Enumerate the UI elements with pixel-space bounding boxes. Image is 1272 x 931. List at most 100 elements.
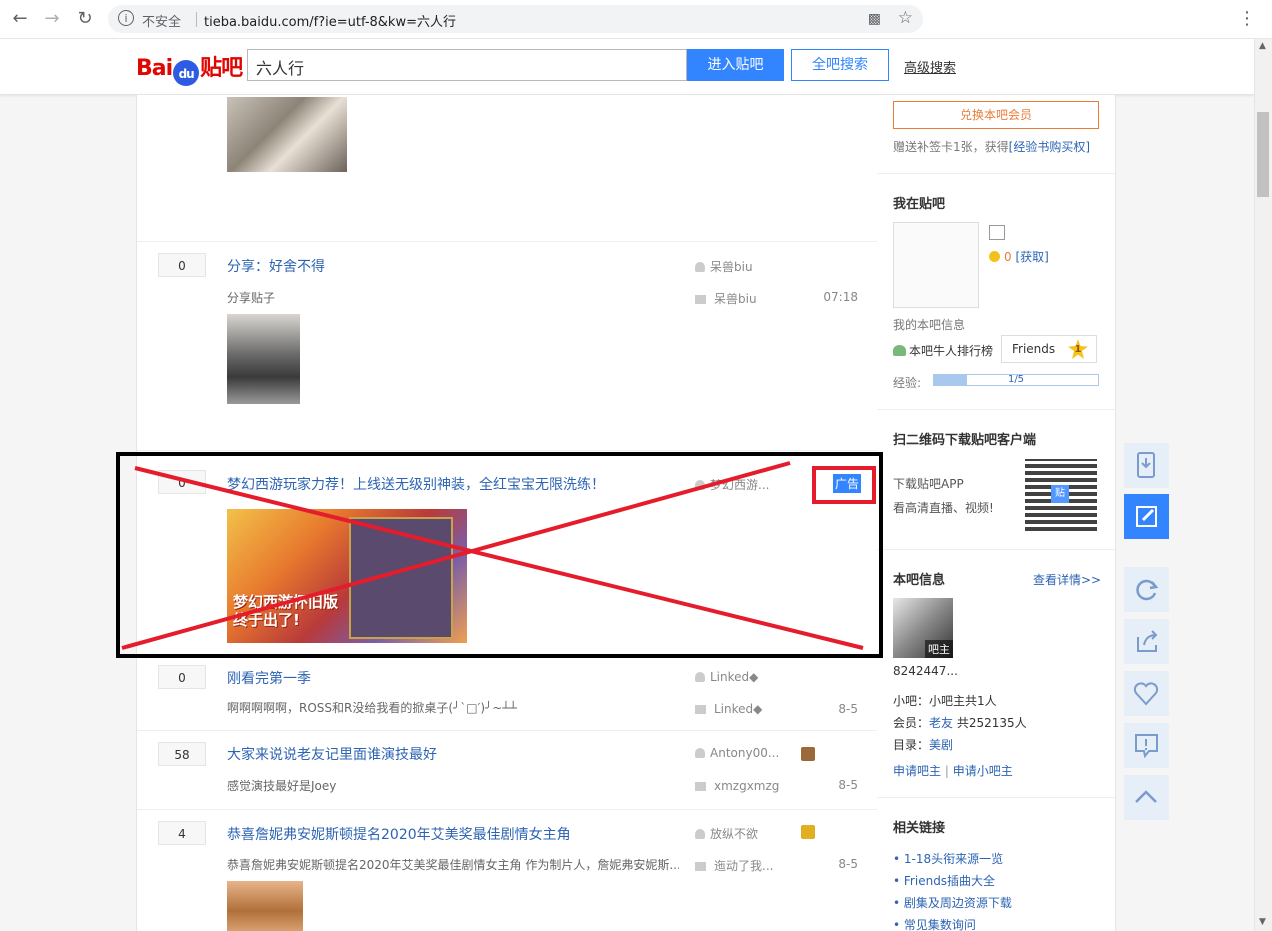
advanced-search-link[interactable]: 高级搜索 <box>904 57 956 76</box>
get-coins-link[interactable]: [获取] <box>1015 250 1048 264</box>
back-arrow-icon[interactable]: ← <box>8 7 32 31</box>
related-link[interactable]: • Friends插曲大全 <box>893 872 995 889</box>
back-to-top-button[interactable] <box>1124 775 1169 820</box>
page-scrollbar[interactable]: ▲ ▼ <box>1254 39 1272 931</box>
last-replier-name[interactable]: 迤动了我... <box>714 859 773 873</box>
thread-author[interactable]: 放纵不欲 <box>695 825 758 842</box>
member-badge-icon[interactable] <box>801 747 815 761</box>
owner-id[interactable]: 8242447... <box>893 664 958 678</box>
scroll-down-arrow-icon[interactable]: ▼ <box>1259 917 1266 927</box>
thread-brief: 啊啊啊啊啊，ROSS和R没给我看的掀桌子(╯`□′)╯~┴┴ <box>227 701 517 715</box>
buy-member-button[interactable]: 兑换本吧会员 <box>893 101 1099 129</box>
thread-image[interactable] <box>227 314 300 404</box>
author-name[interactable]: 呆兽biu <box>710 260 753 274</box>
apply-small-owner-link[interactable]: 申请小吧主 <box>953 764 1013 778</box>
last-replier[interactable]: 呆兽biu <box>695 290 757 307</box>
app-download-section: 扫二维码下载贴吧客户端 下载贴吧APP 看高清直播、视频! 贴 <box>877 409 1115 550</box>
ad-label-annotation-frame <box>812 466 876 504</box>
friends-cast-photo[interactable] <box>227 97 347 172</box>
info-icon[interactable]: i <box>118 10 134 26</box>
exp-progress-bar: 1/5 <box>933 374 1099 386</box>
related-links-section: 相关链接 • 1-18头衔来源一览 • Friends插曲大全 • 剧集及周边资… <box>877 797 1115 931</box>
all-tieba-search-button[interactable]: 全吧搜索 <box>791 49 889 81</box>
user-icon <box>695 829 705 839</box>
thread-title[interactable]: 恭喜詹妮弗安妮斯顿提名2020年艾美奖最佳剧情女主角 <box>227 824 571 844</box>
user-icon <box>695 748 705 758</box>
security-label[interactable]: 不安全 <box>142 11 181 30</box>
scroll-up-arrow-icon[interactable]: ▲ <box>1259 41 1266 51</box>
gift-icon[interactable] <box>989 225 1005 240</box>
related-link[interactable]: • 剧集及周边资源下载 <box>893 894 1012 911</box>
search-input[interactable]: 六人行 <box>247 49 687 81</box>
last-replier-name[interactable]: 呆兽biu <box>714 292 757 306</box>
thread-image[interactable] <box>227 881 303 931</box>
zodiac-badge-icon[interactable] <box>801 825 815 839</box>
thread-brief: 分享贴子 <box>227 291 276 305</box>
dir-link[interactable]: 美剧 <box>929 738 953 752</box>
rank-label[interactable]: 本吧牛人排行榜 <box>909 344 993 358</box>
address-bar[interactable]: i 不安全 tieba.baidu.com/f?ie=utf-8&kw=六人行 … <box>108 5 923 33</box>
enter-tieba-button[interactable]: 进入贴吧 <box>687 49 784 81</box>
report-button[interactable] <box>1124 723 1169 768</box>
last-replier[interactable]: Linked◆ <box>695 702 762 716</box>
reply-count: 58 <box>158 742 206 766</box>
thread-title[interactable]: 分享：好舍不得 <box>227 256 325 276</box>
small-owner-label: 小吧： <box>893 694 930 708</box>
url-text[interactable]: tieba.baidu.com/f?ie=utf-8&kw=六人行 <box>204 11 456 30</box>
author-name[interactable]: Antony00... <box>710 746 779 760</box>
thread-title[interactable]: 刚看完第一季 <box>227 668 311 688</box>
apply-owner-link[interactable]: 申请吧主 <box>893 764 941 778</box>
related-link-text[interactable]: 常见集数询问 <box>904 918 976 931</box>
author-name[interactable]: 放纵不欲 <box>710 827 758 841</box>
thread-item: 0 分享：好舍不得 分享贴子 呆兽biu 呆兽biu 07:18 <box>137 241 878 451</box>
thread-brief: 感觉演技最好是Joey <box>227 779 337 793</box>
related-link[interactable]: • 常见集数询问 <box>893 916 976 931</box>
thread-author[interactable]: Antony00... <box>695 746 779 760</box>
forward-arrow-icon[interactable]: → <box>40 7 64 31</box>
refresh-button[interactable] <box>1124 567 1169 612</box>
owner-avatar[interactable]: 吧主 <box>893 598 953 658</box>
related-link-text[interactable]: 剧集及周边资源下载 <box>904 896 1012 910</box>
thread-author[interactable]: 呆兽biu <box>695 258 753 275</box>
reply-count: 4 <box>158 821 206 845</box>
last-replier-name[interactable]: Linked◆ <box>714 702 762 716</box>
reply-count: 0 <box>158 253 206 277</box>
members-value: 共252135人 <box>956 716 1027 730</box>
members-label: 会员： <box>893 716 930 730</box>
related-link-text[interactable]: Friends插曲大全 <box>904 874 995 888</box>
new-post-button[interactable] <box>1124 494 1169 539</box>
reload-icon[interactable]: ↻ <box>73 7 97 31</box>
download-app-button[interactable] <box>1124 443 1169 488</box>
user-rank-icon <box>893 345 906 356</box>
last-replier[interactable]: xmzgxmzg <box>695 779 779 793</box>
bookmark-star-icon[interactable]: ☆ <box>898 8 913 28</box>
app-line1: 下载贴吧APP <box>893 477 964 491</box>
last-replier[interactable]: 迤动了我... <box>695 857 773 874</box>
thread-title[interactable]: 大家来说说老友记里面谁演技最好 <box>227 744 437 764</box>
browser-menu-icon[interactable]: ⋮ <box>1238 8 1256 29</box>
related-link-text[interactable]: 1-18头衔来源一览 <box>904 852 1003 866</box>
members-link[interactable]: 老友 <box>929 716 953 730</box>
thread-item: 0 刚看完第一季 啊啊啊啊啊，ROSS和R没给我看的掀桌子(╯`□′)╯~┴┴ … <box>137 657 878 731</box>
avatar[interactable] <box>893 222 979 308</box>
baidu-tieba-logo[interactable]: Bai du 贴吧 <box>136 50 243 86</box>
related-link[interactable]: • 1-18头衔来源一览 <box>893 850 1003 867</box>
last-replier-name[interactable]: xmzgxmzg <box>714 779 779 793</box>
bar-details-link[interactable]: 查看详情>> <box>1033 571 1101 588</box>
thread-author[interactable]: Linked◆ <box>695 670 758 684</box>
level-badge[interactable]: Friends 1 <box>1001 335 1097 363</box>
my-info-label: 我的本吧信息 <box>893 318 966 332</box>
rank-link[interactable]: 本吧牛人排行榜 <box>893 342 993 359</box>
logo-text-right: 贴吧 <box>200 56 243 81</box>
favorite-button[interactable] <box>1124 671 1169 716</box>
extension-puzzle-icon[interactable]: ▩ <box>868 11 881 27</box>
scrollbar-thumb[interactable] <box>1257 112 1269 197</box>
tieba-header: Bai du 贴吧 六人行 进入贴吧 全吧搜索 高级搜索 <box>0 39 1254 95</box>
reply-bubble-icon <box>695 862 706 871</box>
exp-book-link[interactable]: [经验书购买权] <box>1009 140 1090 154</box>
share-button[interactable] <box>1124 619 1169 664</box>
author-name[interactable]: Linked◆ <box>710 670 758 684</box>
reply-count: 0 <box>158 665 206 689</box>
qr-code: 贴 <box>1025 459 1097 531</box>
owner-badge: 吧主 <box>925 640 953 658</box>
